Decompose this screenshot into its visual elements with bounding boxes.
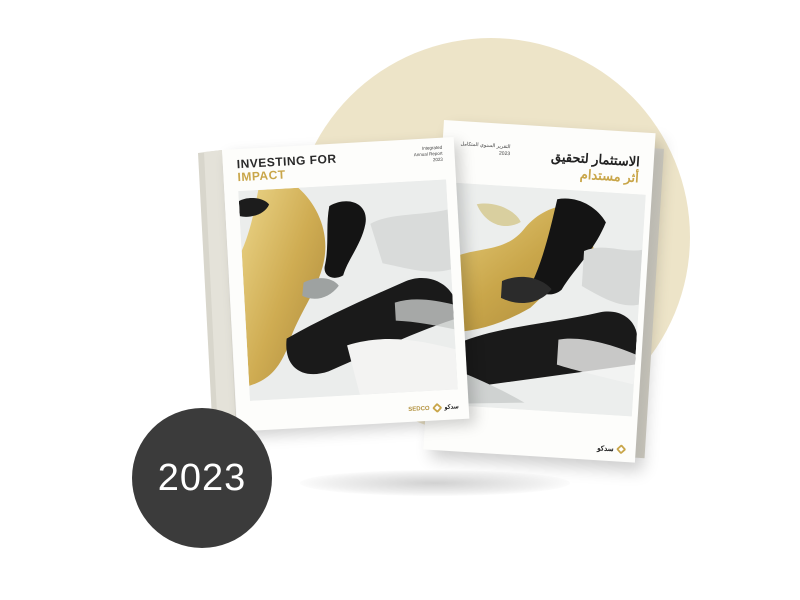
english-report-cover: INVESTING FOR IMPACT Integrated Annual R… xyxy=(222,137,470,432)
year-badge: 2023 xyxy=(132,408,272,548)
english-brand-arabic-text: سدكو xyxy=(444,404,459,411)
english-cover-artwork xyxy=(238,179,458,401)
english-report-label: Integrated Annual Report 2023 xyxy=(382,145,443,166)
report-showcase: التقرير السنوي المتكامل 2023 الاستثمار ل… xyxy=(0,0,800,600)
english-title-line2: IMPACT xyxy=(237,167,286,185)
sedco-logo-icon xyxy=(432,403,442,413)
english-cover-brand: SEDCO سدكو xyxy=(408,402,459,414)
english-title-line1: INVESTING FOR xyxy=(236,151,337,172)
english-brand-text: SEDCO xyxy=(408,405,430,413)
year-badge-text: 2023 xyxy=(157,456,247,499)
